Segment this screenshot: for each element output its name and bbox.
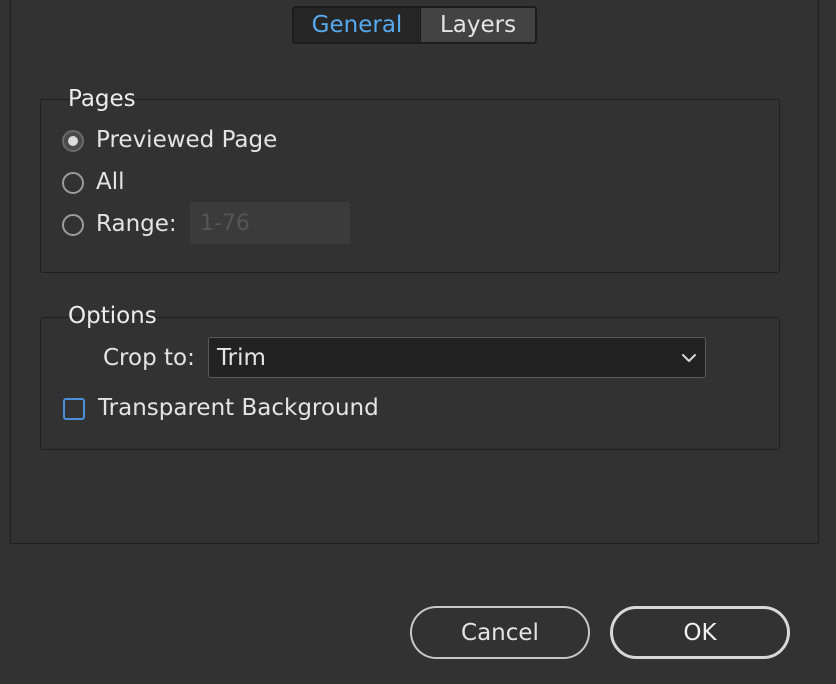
transparent-background-label: Transparent Background	[98, 395, 379, 421]
radio-button-checked[interactable]	[62, 129, 84, 152]
tab-general[interactable]: General	[294, 8, 421, 42]
options-group-title: Options	[68, 303, 157, 329]
radio-button[interactable]	[62, 213, 84, 236]
chevron-down-icon	[682, 353, 696, 362]
pages-group	[40, 99, 780, 273]
transparent-background-checkbox[interactable]	[63, 397, 85, 420]
crop-to-label: Crop to:	[103, 345, 195, 371]
radio-range-label: Range:	[96, 211, 177, 237]
radio-range[interactable]: Range:	[62, 213, 177, 236]
radio-all-label: All	[96, 169, 125, 195]
tab-layers[interactable]: Layers	[421, 8, 535, 42]
range-input[interactable]	[190, 202, 350, 244]
crop-to-select[interactable]: Trim	[208, 337, 706, 378]
cancel-button[interactable]: Cancel	[410, 606, 590, 659]
radio-previewed-page[interactable]: Previewed Page	[62, 129, 277, 152]
radio-previewed-page-label: Previewed Page	[96, 127, 278, 153]
crop-to-value: Trim	[217, 344, 266, 371]
radio-dot	[68, 135, 78, 146]
transparent-background-checkbox-row[interactable]: Transparent Background	[63, 397, 379, 420]
radio-all[interactable]: All	[62, 171, 125, 194]
ok-button[interactable]: OK	[610, 606, 790, 659]
radio-button[interactable]	[62, 171, 84, 194]
tab-bar: General Layers	[292, 6, 537, 44]
pages-group-title: Pages	[68, 86, 136, 112]
